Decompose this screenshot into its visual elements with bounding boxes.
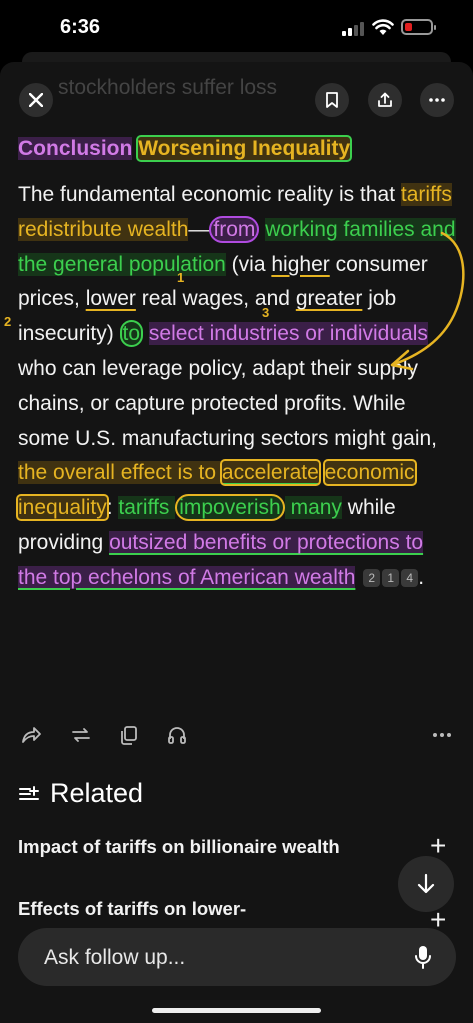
text-span: The fundamental economic reality is that xyxy=(18,183,401,206)
close-button[interactable] xyxy=(19,83,53,117)
annotation-number: 2 xyxy=(4,314,12,329)
home-indicator xyxy=(152,1008,321,1013)
underline-higher: higher xyxy=(271,252,330,276)
text-span: : xyxy=(106,496,119,520)
ask-follow-up-bar xyxy=(18,928,456,988)
microphone-icon[interactable] xyxy=(414,945,432,969)
citation-badge[interactable]: 4 xyxy=(401,569,419,588)
close-icon xyxy=(29,93,43,107)
heading-conclusion: Conclusion xyxy=(18,137,133,160)
rewrite-icon[interactable] xyxy=(70,724,92,746)
arrow-down-icon xyxy=(417,873,435,894)
bookmark-button[interactable] xyxy=(315,83,349,117)
section-heading: Conclusion Worsening Inequality xyxy=(18,132,458,166)
more-icon xyxy=(429,98,445,102)
annotation-number: 3 xyxy=(262,305,270,320)
status-bar: 6:36 xyxy=(0,0,473,52)
bookmark-icon xyxy=(326,92,338,108)
text-span: real wages, and xyxy=(135,287,296,311)
text-span: (via xyxy=(225,252,272,276)
highlight-to: to xyxy=(119,320,144,348)
underline-greater: greater xyxy=(295,287,363,311)
cellular-signal-icon xyxy=(342,22,364,36)
battery-icon xyxy=(401,19,436,35)
highlight-accelerate: accelerate xyxy=(219,459,321,487)
text-span xyxy=(143,322,149,345)
text-span xyxy=(319,461,325,484)
highlight-overall-effect: the overall effect is to xyxy=(18,461,222,485)
related-item[interactable]: Impact of tariffs on billionaire wealth xyxy=(18,836,340,858)
ask-follow-up-input[interactable] xyxy=(42,928,396,988)
citation-badge[interactable]: 1 xyxy=(382,569,400,588)
heading-worsening-inequality: Worsening Inequality xyxy=(136,135,353,162)
text-span: — xyxy=(188,217,210,241)
related-list-icon xyxy=(19,785,39,800)
headphones-icon[interactable] xyxy=(166,724,188,746)
text-span: who can leverage policy, adapt their sup… xyxy=(18,356,438,450)
highlight-many: many xyxy=(284,496,342,520)
status-time: 6:36 xyxy=(60,16,101,38)
related-section-title: Related xyxy=(18,778,143,809)
related-title-text: Related xyxy=(50,778,144,808)
citation-badge[interactable]: 2 xyxy=(363,569,381,588)
scroll-down-button[interactable] xyxy=(398,856,454,912)
annotation-number: 1 xyxy=(177,270,185,285)
more-icon[interactable] xyxy=(432,732,452,738)
highlight-tariffs: tariffs xyxy=(118,496,176,520)
highlight-from: from xyxy=(209,215,260,243)
underline-lower: lower xyxy=(85,287,136,311)
answer-action-row xyxy=(0,724,473,754)
text-span: . xyxy=(418,565,425,589)
share-icon xyxy=(378,92,392,107)
share-arrow-icon[interactable] xyxy=(20,724,42,746)
highlight-impoverish: impoverish xyxy=(175,494,285,522)
share-button[interactable] xyxy=(368,83,402,117)
copy-icon[interactable] xyxy=(118,724,140,746)
faded-previous-text: stockholders suffer loss xyxy=(58,76,278,99)
annotation-arrow xyxy=(390,231,465,371)
wifi-icon xyxy=(372,19,394,35)
more-options-button[interactable] xyxy=(420,83,454,117)
related-item[interactable]: Effects of tariffs on lower- xyxy=(18,898,246,920)
